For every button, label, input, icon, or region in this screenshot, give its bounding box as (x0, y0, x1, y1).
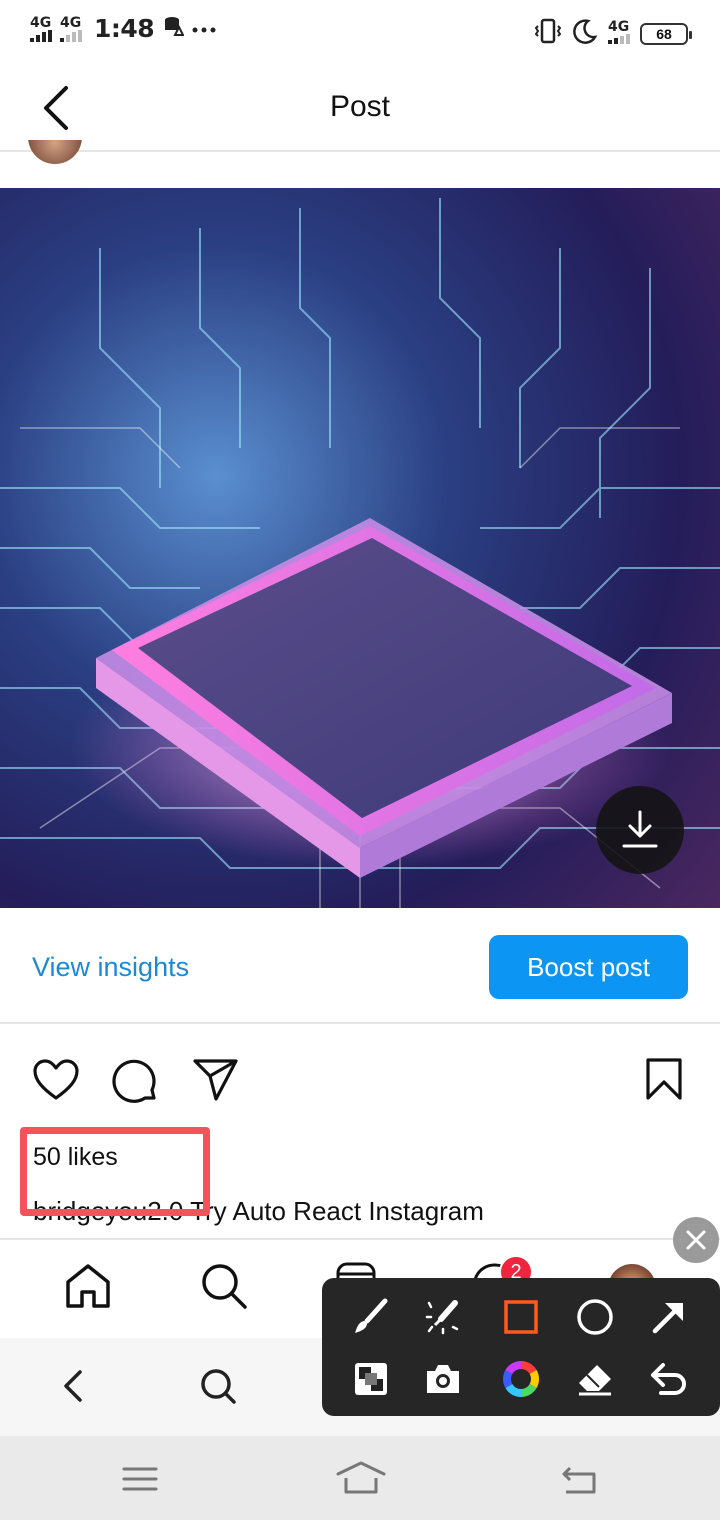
brush-tool[interactable] (346, 1292, 396, 1342)
download-icon (622, 810, 658, 848)
avatar[interactable] (28, 140, 82, 164)
signal-icon: 4G (30, 16, 52, 42)
browser-search-button[interactable] (198, 1366, 238, 1411)
camera-tool[interactable] (418, 1354, 468, 1404)
network-type: 4G (608, 18, 630, 35)
insights-row: View insights Boost post (0, 908, 720, 1024)
annotation-toolbar (322, 1278, 720, 1416)
header: Post (0, 64, 720, 152)
mosaic-tool[interactable] (346, 1354, 396, 1404)
comment-icon (112, 1059, 156, 1103)
arrow-tool[interactable] (644, 1292, 694, 1342)
nav-search[interactable] (200, 1262, 248, 1315)
more-dots-icon (192, 18, 216, 39)
circle-tool[interactable] (570, 1292, 620, 1342)
system-home-button[interactable] (336, 1460, 386, 1501)
page-title: Post (329, 90, 391, 123)
back-icon (562, 1466, 596, 1494)
status-bar: 4G 4G 1:48 4G 68 (0, 0, 720, 64)
back-icon (64, 1370, 82, 1402)
undo-icon (651, 1363, 686, 1395)
camera-icon (427, 1365, 459, 1393)
share-icon (193, 1059, 238, 1101)
heart-icon (33, 1059, 79, 1100)
boost-post-button[interactable]: Boost post (489, 935, 688, 999)
mosaic-icon (355, 1363, 387, 1395)
annotation-rectangle (20, 1127, 210, 1216)
post-image[interactable] (0, 188, 720, 908)
home-icon (66, 1264, 110, 1308)
clock: 1:48 (94, 14, 155, 43)
search-icon (201, 1369, 236, 1404)
save-button[interactable] (644, 1058, 684, 1107)
undo-tool[interactable] (644, 1354, 694, 1404)
color-picker-tool[interactable] (496, 1354, 546, 1404)
recent-apps-button[interactable] (122, 1466, 158, 1497)
moon-icon (572, 18, 598, 49)
color-wheel-icon (502, 1361, 540, 1397)
home-icon (336, 1461, 386, 1494)
eraser-icon (579, 1365, 611, 1396)
like-button[interactable] (32, 1058, 80, 1107)
brush-icon (355, 1298, 388, 1333)
system-back-button[interactable] (560, 1464, 598, 1501)
bookmark-icon (646, 1058, 682, 1100)
rectangle-tool[interactable] (496, 1292, 546, 1342)
circle-icon (577, 1299, 613, 1335)
search-icon (202, 1264, 247, 1309)
caption-text: Try Auto React Instagram (190, 1196, 484, 1226)
vibrate-icon (534, 18, 562, 49)
system-navigation-bar (0, 1436, 720, 1520)
network-type: 4G (30, 14, 52, 31)
close-icon (686, 1230, 706, 1250)
data-saver-icon (162, 15, 185, 42)
network-type: 4G (60, 14, 82, 31)
close-annotation-button[interactable] (673, 1217, 719, 1263)
post-actions (0, 1050, 720, 1120)
rectangle-icon (504, 1300, 538, 1334)
highlighter-tool[interactable] (418, 1292, 468, 1342)
battery-icon: 68 (640, 22, 692, 45)
comment-button[interactable] (112, 1058, 160, 1111)
download-button[interactable] (596, 786, 684, 874)
share-button[interactable] (192, 1058, 240, 1107)
view-insights-link[interactable]: View insights (32, 952, 189, 983)
menu-icon (122, 1467, 158, 1491)
browser-back-button[interactable] (58, 1366, 86, 1411)
arrow-icon (652, 1303, 683, 1334)
highlighter-icon (425, 1300, 459, 1335)
battery-level: 68 (656, 25, 672, 42)
signal-icon: 4G (60, 16, 82, 42)
signal-icon: 4G (608, 20, 630, 44)
nav-home[interactable] (64, 1262, 112, 1315)
eraser-tool[interactable] (570, 1354, 620, 1404)
